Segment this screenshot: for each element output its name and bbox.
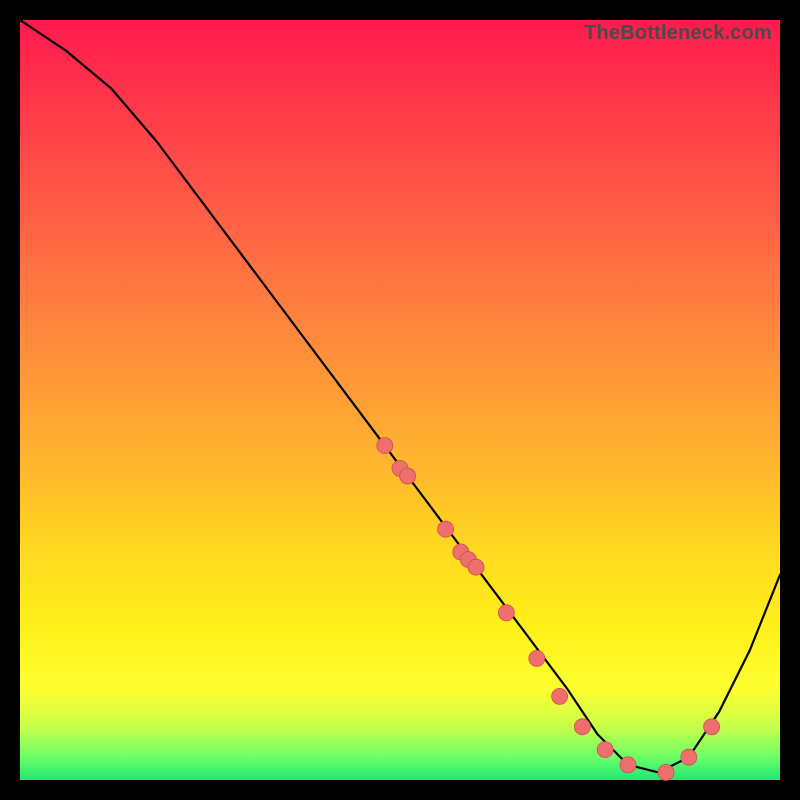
data-marker: [658, 764, 674, 780]
marker-group: [377, 438, 720, 781]
data-marker: [438, 521, 454, 537]
data-marker: [620, 757, 636, 773]
data-marker: [400, 468, 416, 484]
data-marker: [704, 719, 720, 735]
data-marker: [552, 688, 568, 704]
chart-frame: TheBottleneck.com: [0, 0, 800, 800]
chart-svg: [20, 20, 780, 780]
data-marker: [468, 559, 484, 575]
data-marker: [574, 719, 590, 735]
bottleneck-curve: [20, 20, 780, 772]
data-marker: [529, 650, 545, 666]
data-marker: [681, 749, 697, 765]
data-marker: [377, 438, 393, 454]
plot-area: TheBottleneck.com: [20, 20, 780, 780]
data-marker: [498, 605, 514, 621]
data-marker: [597, 742, 613, 758]
